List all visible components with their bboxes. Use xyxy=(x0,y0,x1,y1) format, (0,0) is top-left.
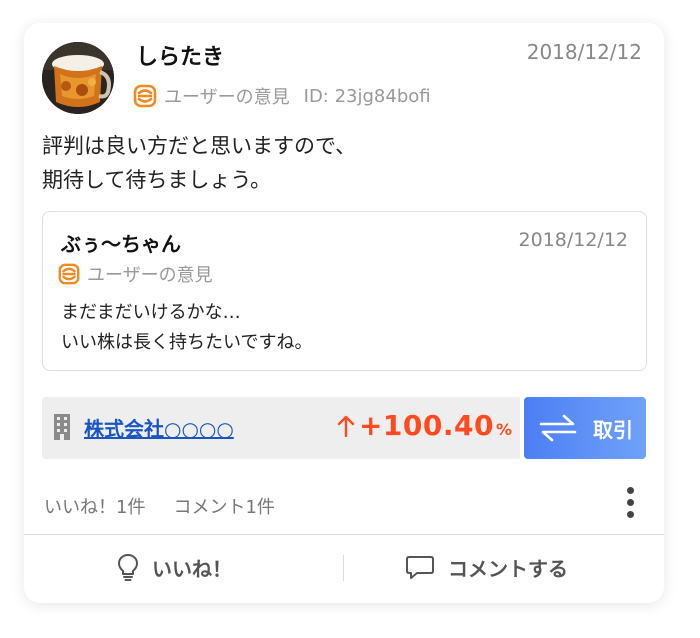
building-icon xyxy=(54,414,70,440)
post-body-line: 評判は良い方だと思いますので、 xyxy=(42,134,357,158)
swap-arrows-icon xyxy=(539,414,577,442)
user-opinion-icon xyxy=(133,84,157,108)
price-change-value: +100.40 xyxy=(358,409,494,442)
quoted-category: ユーザーの意見 xyxy=(87,265,213,286)
like-button[interactable]: いいね！ xyxy=(116,535,232,599)
company-link[interactable]: 株式会社○○○○ xyxy=(84,413,234,442)
comment-button[interactable]: コメントする xyxy=(404,535,568,599)
like-label: いいね！ xyxy=(152,556,232,581)
post-date: 2018/12/12 xyxy=(526,40,642,64)
user-opinion-icon xyxy=(58,263,80,285)
quoted-meta: ユーザーの意見 xyxy=(57,261,213,287)
post-body-line: 期待して待ちましょう。 xyxy=(42,168,272,192)
stock-info-bar: 株式会社○○○○ +100.40 % xyxy=(42,397,520,459)
like-count[interactable]: いいね！1件 xyxy=(44,493,145,519)
lightbulb-icon xyxy=(118,554,138,581)
trade-button[interactable]: 取引 xyxy=(524,397,646,459)
post-body: 評判は良い方だと思いますので、 期待して待ちましょう。 xyxy=(42,129,642,197)
action-separator xyxy=(343,555,344,581)
more-vertical-icon[interactable] xyxy=(624,487,636,523)
speech-bubble-icon xyxy=(406,556,434,579)
price-change: +100.40 % xyxy=(337,409,512,442)
post-category: ユーザーの意見 xyxy=(164,87,290,108)
reaction-counts: いいね！1件 コメント1件 xyxy=(44,493,275,519)
comment-label: コメントする xyxy=(448,556,568,581)
action-bar: いいね！ コメントする xyxy=(24,535,664,599)
quoted-post[interactable]: ぶぅ〜ちゃん 2018/12/12 ユーザーの意見 まだまだいけるかな… いい株… xyxy=(42,211,647,371)
quoted-body-line: まだまだいけるかな… xyxy=(61,302,241,323)
arrow-up-icon xyxy=(337,415,355,437)
trade-label: 取引 xyxy=(593,417,633,442)
quoted-body-line: いい株は長く持ちたいですね。 xyxy=(61,332,313,353)
avatar[interactable] xyxy=(42,42,114,114)
post-id: ID: 23jg84bofi xyxy=(303,85,431,107)
price-change-unit: % xyxy=(495,420,512,439)
quoted-body: まだまだいけるかな… いい株は長く持ちたいですね。 xyxy=(61,298,312,358)
post-meta: ユーザーの意見 ID: 23jg84bofi xyxy=(132,82,431,110)
quoted-date: 2018/12/12 xyxy=(518,229,628,251)
user-name[interactable]: しらたき xyxy=(136,39,224,71)
post-card: しらたき 2018/12/12 ユーザーの意見 ID: 23jg84bofi 評… xyxy=(24,23,664,603)
comment-count[interactable]: コメント1件 xyxy=(173,493,274,519)
quoted-user-name[interactable]: ぶぅ〜ちゃん xyxy=(61,228,181,257)
